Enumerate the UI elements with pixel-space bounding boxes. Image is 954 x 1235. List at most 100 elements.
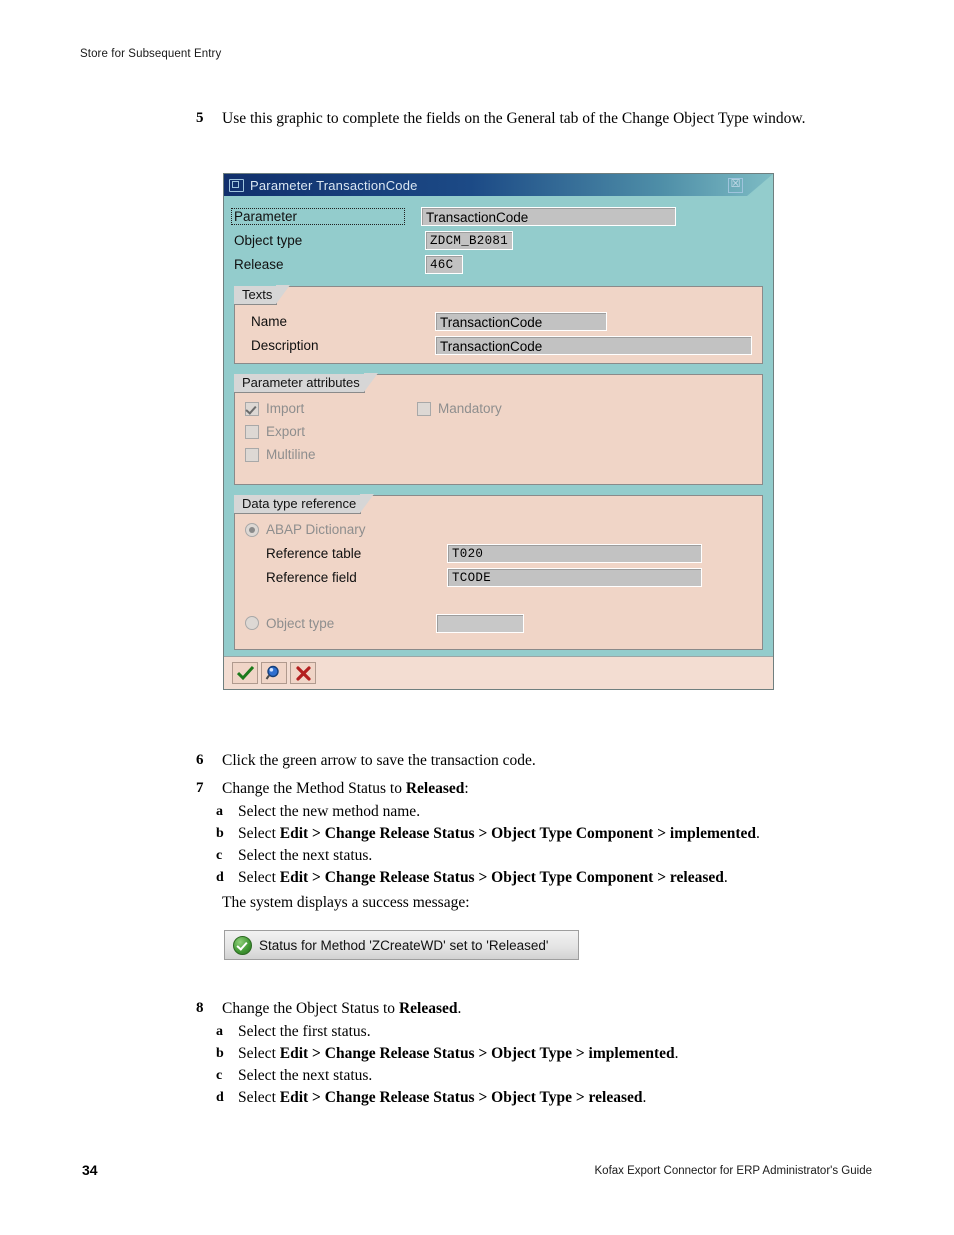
step-8: 8 Change the Object Status to Released. bbox=[196, 998, 856, 1019]
description-label: Description bbox=[251, 337, 319, 353]
step-5-text: Use this graphic to complete the fields … bbox=[222, 110, 806, 127]
reference-field-input[interactable]: TCODE bbox=[447, 567, 702, 587]
step-7: 7 Change the Method Status to Released: bbox=[196, 778, 856, 799]
parameter-attributes-group-title: Parameter attributes bbox=[234, 373, 378, 393]
radio-row-object-type[interactable]: Object type bbox=[245, 611, 752, 635]
step-8b-pre: Select bbox=[238, 1045, 280, 1062]
page-number: 34 bbox=[82, 1162, 98, 1178]
release-label: Release bbox=[234, 256, 284, 272]
step-8d: d Select Edit > Change Release Status > … bbox=[216, 1087, 856, 1108]
field-row-reference-table: Reference table T020 bbox=[245, 541, 752, 565]
abap-dictionary-label: ABAP Dictionary bbox=[266, 522, 366, 537]
release-input[interactable]: 46C bbox=[425, 254, 463, 274]
step-7d-letter: d bbox=[216, 870, 224, 885]
step-8c: c Select the next status. bbox=[216, 1065, 856, 1086]
step-7-lead-post: : bbox=[464, 780, 469, 797]
step-8d-letter: d bbox=[216, 1090, 224, 1105]
field-row-release: Release 46C bbox=[234, 252, 763, 276]
running-head: Store for Subsequent Entry bbox=[80, 48, 222, 60]
step-7c-text: Select the next status. bbox=[238, 847, 373, 864]
field-row-object-type: Object type ZDCM_B2081 bbox=[234, 228, 763, 252]
checkbox-row-import[interactable]: Import bbox=[245, 397, 417, 420]
red-x-icon bbox=[295, 665, 311, 681]
step-8a-letter: a bbox=[216, 1024, 223, 1039]
step-8b-text: Select Edit > Change Release Status > Ob… bbox=[238, 1043, 856, 1064]
step-5: 5 Use this graphic to complete the field… bbox=[196, 108, 856, 129]
step-7d: d Select Edit > Change Release Status > … bbox=[216, 867, 856, 888]
object-type-radio-label: Object type bbox=[266, 615, 335, 631]
reference-field-label: Reference field bbox=[266, 569, 357, 585]
step-7b-bold: Edit > Change Release Status > Object Ty… bbox=[279, 825, 757, 842]
step-8-lead-pre: Change the Object Status to bbox=[222, 1000, 399, 1017]
step-7a: a Select the new method name. bbox=[216, 801, 856, 822]
step-7d-text: Select Edit > Change Release Status > Ob… bbox=[238, 867, 856, 888]
instructions-body-2: 6 Click the green arrow to save the tran… bbox=[196, 750, 856, 913]
step-7d-pre: Select bbox=[238, 869, 280, 886]
checkbox-row-multiline[interactable]: Multiline bbox=[245, 443, 417, 466]
dialog-body: Parameter TransactionCode Object type ZD… bbox=[224, 196, 773, 656]
green-check-icon bbox=[236, 665, 254, 680]
parameter-input[interactable]: TransactionCode bbox=[421, 206, 676, 226]
confirm-button[interactable] bbox=[232, 662, 258, 684]
window-icon bbox=[229, 178, 244, 192]
step-8d-text: Select Edit > Change Release Status > Ob… bbox=[238, 1087, 856, 1108]
instructions-body-3: 8 Change the Object Status to Released. … bbox=[196, 998, 856, 1109]
search-button[interactable] bbox=[261, 662, 287, 684]
step-8c-letter: c bbox=[216, 1068, 223, 1083]
mandatory-label: Mandatory bbox=[438, 401, 502, 416]
step-7c-letter: c bbox=[216, 848, 223, 863]
step-8a-text: Select the first status. bbox=[238, 1023, 371, 1040]
radio-row-abap-dictionary[interactable]: ABAP Dictionary bbox=[245, 518, 752, 541]
step-8-lead-bold: Released bbox=[398, 1000, 458, 1017]
step-7a-letter: a bbox=[216, 804, 223, 819]
description-input[interactable]: TransactionCode bbox=[435, 335, 752, 355]
radio-abap-dictionary-icon[interactable] bbox=[245, 522, 259, 537]
instructions-body: 5 Use this graphic to complete the field… bbox=[196, 108, 856, 131]
object-type-label: Object type bbox=[234, 232, 303, 248]
checkbox-export-icon[interactable] bbox=[245, 424, 259, 439]
texts-group: Texts Name TransactionCode Description T… bbox=[234, 285, 763, 364]
parameter-label: Parameter bbox=[231, 207, 405, 225]
checkbox-import-icon[interactable] bbox=[245, 401, 259, 416]
step-8b: b Select Edit > Change Release Status > … bbox=[216, 1043, 856, 1064]
field-row-description: Description TransactionCode bbox=[245, 333, 752, 357]
checkbox-row-export[interactable]: Export bbox=[245, 420, 417, 443]
step-7b-post: . bbox=[756, 825, 760, 842]
step-7b-letter: b bbox=[216, 826, 224, 841]
import-label: Import bbox=[266, 401, 305, 416]
step-8c-text: Select the next status. bbox=[238, 1067, 373, 1084]
checkbox-mandatory-icon[interactable] bbox=[417, 401, 431, 416]
checkbox-row-mandatory[interactable]: Mandatory bbox=[417, 397, 502, 420]
step-8-number: 8 bbox=[196, 1000, 204, 1016]
step-8d-bold: Edit > Change Release Status > Object Ty… bbox=[279, 1089, 643, 1106]
success-status-text: Status for Method 'ZCreateWD' set to 'Re… bbox=[259, 937, 549, 953]
step-7-trailer: The system displays a success message: bbox=[222, 894, 470, 911]
name-input[interactable]: TransactionCode bbox=[435, 311, 607, 331]
step-7-lead-pre: Change the Method Status to bbox=[222, 780, 406, 797]
name-label: Name bbox=[251, 313, 288, 329]
step-6-number: 6 bbox=[196, 752, 204, 768]
multiline-label: Multiline bbox=[266, 447, 316, 462]
field-row-reference-field: Reference field TCODE bbox=[245, 565, 752, 589]
step-8b-letter: b bbox=[216, 1046, 224, 1061]
object-type-input[interactable]: ZDCM_B2081 bbox=[425, 230, 513, 250]
page-footer-title: Kofax Export Connector for ERP Administr… bbox=[594, 1165, 872, 1177]
reference-table-label: Reference table bbox=[266, 545, 362, 561]
checkbox-multiline-icon[interactable] bbox=[245, 447, 259, 462]
object-type-radio-input[interactable] bbox=[436, 613, 524, 633]
cancel-button[interactable] bbox=[290, 662, 316, 684]
dialog-toolbar bbox=[224, 656, 773, 689]
step-7-number: 7 bbox=[196, 780, 204, 796]
close-icon[interactable]: ☒ bbox=[728, 178, 743, 193]
field-row-parameter: Parameter TransactionCode bbox=[231, 204, 763, 228]
radio-object-type-icon[interactable] bbox=[245, 616, 259, 630]
reference-table-input[interactable]: T020 bbox=[447, 543, 702, 563]
step-8d-post: . bbox=[642, 1089, 647, 1106]
step-8b-bold: Edit > Change Release Status > Object Ty… bbox=[279, 1045, 675, 1062]
step-7-lead-bold: Released bbox=[405, 780, 465, 797]
data-type-reference-group: Data type reference ABAP Dictionary Refe… bbox=[234, 494, 763, 650]
step-8b-post: . bbox=[674, 1045, 679, 1062]
step-7b-text: Select Edit > Change Release Status > Ob… bbox=[238, 823, 856, 844]
step-7a-text: Select the new method name. bbox=[238, 803, 421, 820]
step-6-text: Click the green arrow to save the transa… bbox=[222, 752, 536, 769]
